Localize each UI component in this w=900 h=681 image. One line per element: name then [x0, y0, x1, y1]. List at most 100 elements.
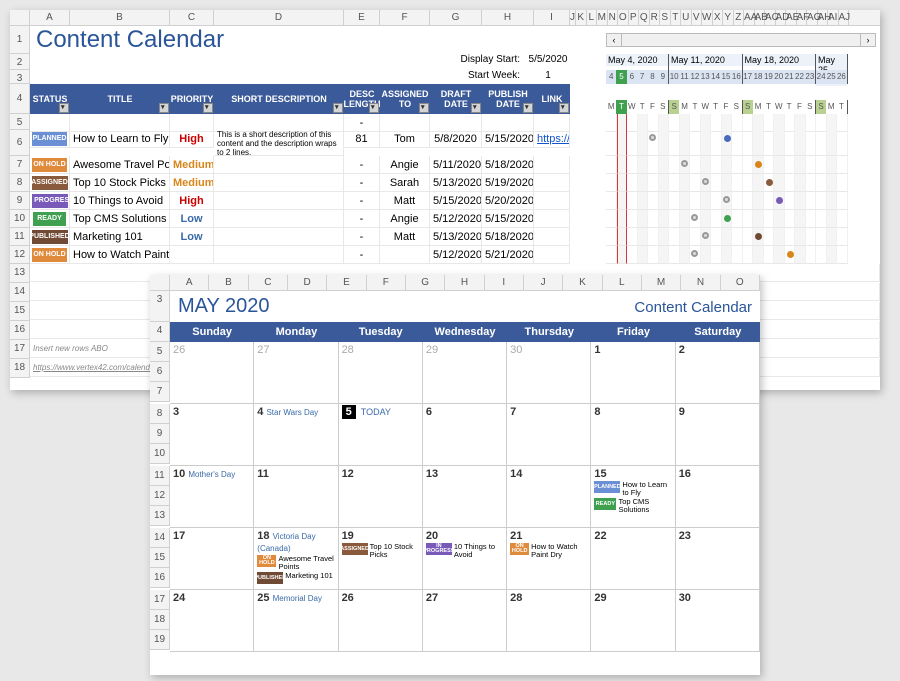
- calendar-day-cell[interactable]: 1: [591, 342, 675, 404]
- row-number[interactable]: 4: [150, 322, 170, 342]
- status-badge[interactable]: READY: [33, 212, 66, 226]
- desc-length-cell[interactable]: -: [344, 174, 380, 192]
- scroll-left-button[interactable]: ‹: [606, 33, 622, 47]
- row-number[interactable]: 15: [150, 548, 170, 568]
- calendar-event[interactable]: IN PROGRESS10 Things to Avoid: [426, 543, 503, 559]
- link-cell[interactable]: https://ww: [534, 130, 570, 148]
- display-start-value[interactable]: 5/5/2020: [520, 54, 576, 70]
- status-badge[interactable]: PLANNED: [32, 132, 68, 146]
- title-cell[interactable]: Top 10 Stock Picks: [70, 174, 170, 192]
- assigned-cell[interactable]: Matt: [380, 228, 430, 246]
- col-header[interactable]: K: [576, 10, 587, 25]
- row-number[interactable]: 9: [10, 192, 30, 210]
- col-header[interactable]: AE: [786, 10, 797, 25]
- status-badge[interactable]: ASSIGNED: [32, 176, 68, 190]
- col-header[interactable]: AA: [744, 10, 755, 25]
- assigned-cell[interactable]: Angie: [380, 210, 430, 228]
- assigned-cell[interactable]: Tom: [380, 130, 430, 148]
- calendar-event[interactable]: ON HOLDHow to Watch Paint Dry: [510, 543, 587, 559]
- row-number[interactable]: 16: [10, 321, 30, 340]
- calendar-day-cell[interactable]: 2: [676, 342, 760, 404]
- row-number[interactable]: 14: [150, 528, 170, 548]
- col-header[interactable]: M: [597, 10, 608, 25]
- col-header[interactable]: H: [445, 275, 484, 290]
- row-number[interactable]: 11: [10, 228, 30, 246]
- col-header[interactable]: K: [563, 275, 602, 290]
- calendar-day-cell[interactable]: 15 PLANNEDHow to Learn to FlyREADYTop CM…: [591, 466, 675, 528]
- col-header[interactable]: M: [642, 275, 681, 290]
- col-header[interactable]: D: [288, 275, 327, 290]
- col-header[interactable]: X: [713, 10, 724, 25]
- draft-date-cell[interactable]: 5/12/2020: [430, 246, 482, 264]
- link-cell[interactable]: [534, 174, 570, 192]
- title-cell[interactable]: How to Learn to Fly: [70, 130, 170, 148]
- col-header[interactable]: U: [681, 10, 692, 25]
- row-number[interactable]: 12: [10, 246, 30, 264]
- header-assigned-to[interactable]: ASSIGNED TO: [380, 84, 430, 114]
- calendar-day-cell[interactable]: 28: [507, 590, 591, 652]
- col-header[interactable]: AH: [818, 10, 829, 25]
- header-draft-date[interactable]: DRAFT DATE: [430, 84, 482, 114]
- col-header[interactable]: AI: [828, 10, 839, 25]
- col-header[interactable]: W: [702, 10, 713, 25]
- calendar-day-cell[interactable]: 29: [591, 590, 675, 652]
- assigned-cell[interactable]: Sarah: [380, 174, 430, 192]
- description-cell[interactable]: [214, 156, 344, 174]
- assigned-cell[interactable]: Matt: [380, 192, 430, 210]
- calendar-day-cell[interactable]: 5 TODAY: [339, 404, 423, 466]
- col-header[interactable]: Y: [723, 10, 734, 25]
- col-header[interactable]: AG: [807, 10, 818, 25]
- col-header[interactable]: I: [485, 275, 524, 290]
- row-number[interactable]: 9: [150, 424, 170, 444]
- col-header[interactable]: AF: [797, 10, 808, 25]
- publish-date-cell[interactable]: 5/18/2020: [482, 156, 534, 174]
- row-number[interactable]: 3: [150, 291, 170, 322]
- status-badge[interactable]: IN PROGRESS: [32, 194, 68, 208]
- col-header[interactable]: J: [524, 275, 563, 290]
- col-header[interactable]: Z: [734, 10, 745, 25]
- sort-icon[interactable]: [59, 103, 69, 113]
- desc-length-cell[interactable]: 81: [344, 130, 380, 148]
- header-link[interactable]: LINK: [534, 84, 570, 114]
- col-header[interactable]: G: [430, 10, 482, 25]
- status-badge[interactable]: ON HOLD: [32, 248, 66, 262]
- col-header[interactable]: H: [482, 10, 534, 25]
- start-week-value[interactable]: 1: [520, 70, 576, 84]
- col-header[interactable]: T: [671, 10, 682, 25]
- col-header[interactable]: C: [249, 275, 288, 290]
- col-header[interactable]: AJ: [839, 10, 850, 25]
- publish-date-cell[interactable]: 5/15/2020: [482, 130, 534, 148]
- status-badge[interactable]: ON HOLD: [32, 158, 66, 172]
- calendar-day-cell[interactable]: 8: [591, 404, 675, 466]
- col-header[interactable]: L: [587, 10, 598, 25]
- priority-cell[interactable]: [170, 246, 214, 264]
- desc-length-cell[interactable]: -: [344, 156, 380, 174]
- calendar-day-cell[interactable]: 28: [339, 342, 423, 404]
- desc-length-cell[interactable]: -: [344, 228, 380, 246]
- publish-date-cell[interactable]: 5/21/2020: [482, 246, 534, 264]
- calendar-day-cell[interactable]: 27: [254, 342, 338, 404]
- title-cell[interactable]: Marketing 101: [70, 228, 170, 246]
- calendar-day-cell[interactable]: 17: [170, 528, 254, 590]
- calendar-day-cell[interactable]: 27: [423, 590, 507, 652]
- row-number[interactable]: 16: [150, 568, 170, 588]
- priority-cell[interactable]: Low: [170, 210, 214, 228]
- calendar-day-cell[interactable]: 14: [507, 466, 591, 528]
- header-short-description[interactable]: SHORT DESCRIPTION: [214, 84, 344, 114]
- row-number[interactable]: 17: [150, 590, 170, 610]
- calendar-day-cell[interactable]: 23: [676, 528, 760, 590]
- row-number[interactable]: 12: [150, 486, 170, 506]
- col-header[interactable]: N: [681, 275, 720, 290]
- col-header[interactable]: V: [692, 10, 703, 25]
- col-header[interactable]: AD: [776, 10, 787, 25]
- row-number[interactable]: 19: [150, 630, 170, 650]
- col-header[interactable]: D: [214, 10, 344, 25]
- header-publish-date[interactable]: PUBLISH DATE: [482, 84, 534, 114]
- col-header[interactable]: B: [209, 275, 248, 290]
- col-header[interactable]: N: [608, 10, 619, 25]
- col-header[interactable]: Q: [639, 10, 650, 25]
- description-cell[interactable]: [214, 192, 344, 210]
- calendar-day-cell[interactable]: 19 ASSIGNEDTop 10 Stock Picks: [339, 528, 423, 590]
- row-number[interactable]: 18: [10, 359, 30, 378]
- header-status[interactable]: STATUS: [30, 84, 70, 114]
